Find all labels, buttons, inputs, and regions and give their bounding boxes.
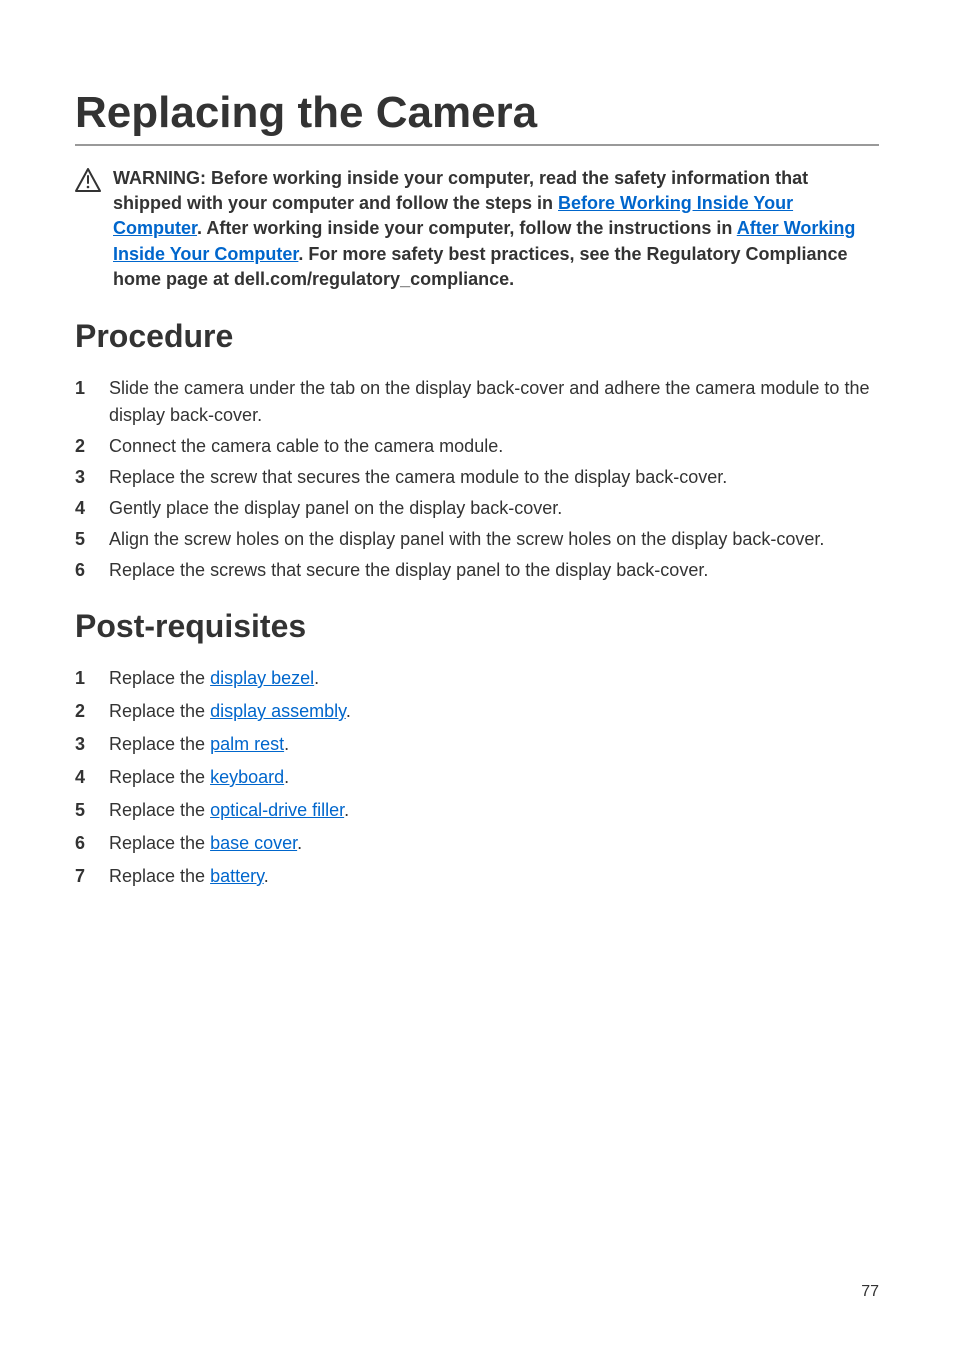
postreq-link-battery[interactable]: battery [210,866,264,886]
postreq-post: . [346,701,351,721]
procedure-list: Slide the camera under the tab on the di… [75,375,879,584]
postreq-pre: Replace the [109,833,210,853]
procedure-step-text: Replace the screw that secures the camer… [109,464,879,491]
postreq-step-text: Replace the display bezel. [109,665,879,692]
warning-block: WARNING: Before working inside your comp… [75,166,879,292]
procedure-heading: Procedure [75,318,879,355]
page-title: Replacing the Camera [75,88,879,146]
procedure-step: Slide the camera under the tab on the di… [75,375,879,429]
postreq-pre: Replace the [109,767,210,787]
procedure-step-text: Slide the camera under the tab on the di… [109,375,879,429]
postreq-step: Replace the keyboard. [75,764,879,791]
procedure-step: Replace the screws that secure the displ… [75,557,879,584]
postreq-step: Replace the palm rest. [75,731,879,758]
postreq-step: Replace the base cover. [75,830,879,857]
postreq-link-base-cover[interactable]: base cover [210,833,297,853]
postreq-post: . [284,734,289,754]
postreq-pre: Replace the [109,701,210,721]
postreq-step: Replace the display bezel. [75,665,879,692]
postreq-pre: Replace the [109,668,210,688]
postreq-step: Replace the battery. [75,863,879,890]
postreq-step: Replace the optical-drive filler. [75,797,879,824]
postreq-link-keyboard[interactable]: keyboard [210,767,284,787]
warning-icon [75,168,101,197]
postreq-post: . [264,866,269,886]
procedure-step: Replace the screw that secures the camer… [75,464,879,491]
procedure-step-text: Connect the camera cable to the camera m… [109,433,879,460]
postreq-link-display-bezel[interactable]: display bezel [210,668,314,688]
postreq-post: . [284,767,289,787]
postreq-post: . [314,668,319,688]
postreq-step-text: Replace the palm rest. [109,731,879,758]
postreq-link-optical-drive-filler[interactable]: optical-drive filler [210,800,344,820]
warning-text: WARNING: Before working inside your comp… [113,166,879,292]
post-requisites-list: Replace the display bezel. Replace the d… [75,665,879,890]
postreq-step-text: Replace the optical-drive filler. [109,797,879,824]
procedure-step-text: Gently place the display panel on the di… [109,495,879,522]
procedure-step: Connect the camera cable to the camera m… [75,433,879,460]
procedure-step-text: Align the screw holes on the display pan… [109,526,879,553]
postreq-link-palm-rest[interactable]: palm rest [210,734,284,754]
postreq-link-display-assembly[interactable]: display assembly [210,701,346,721]
procedure-step: Gently place the display panel on the di… [75,495,879,522]
postreq-post: . [344,800,349,820]
page-number: 77 [861,1283,879,1301]
postreq-step: Replace the display assembly. [75,698,879,725]
postreq-step-text: Replace the keyboard. [109,764,879,791]
warning-mid1: . After working inside your computer, fo… [197,218,737,238]
postreq-post: . [297,833,302,853]
postreq-step-text: Replace the base cover. [109,830,879,857]
post-requisites-heading: Post-requisites [75,608,879,645]
procedure-step: Align the screw holes on the display pan… [75,526,879,553]
postreq-pre: Replace the [109,800,210,820]
procedure-step-text: Replace the screws that secure the displ… [109,557,879,584]
postreq-step-text: Replace the display assembly. [109,698,879,725]
postreq-step-text: Replace the battery. [109,863,879,890]
postreq-pre: Replace the [109,734,210,754]
postreq-pre: Replace the [109,866,210,886]
